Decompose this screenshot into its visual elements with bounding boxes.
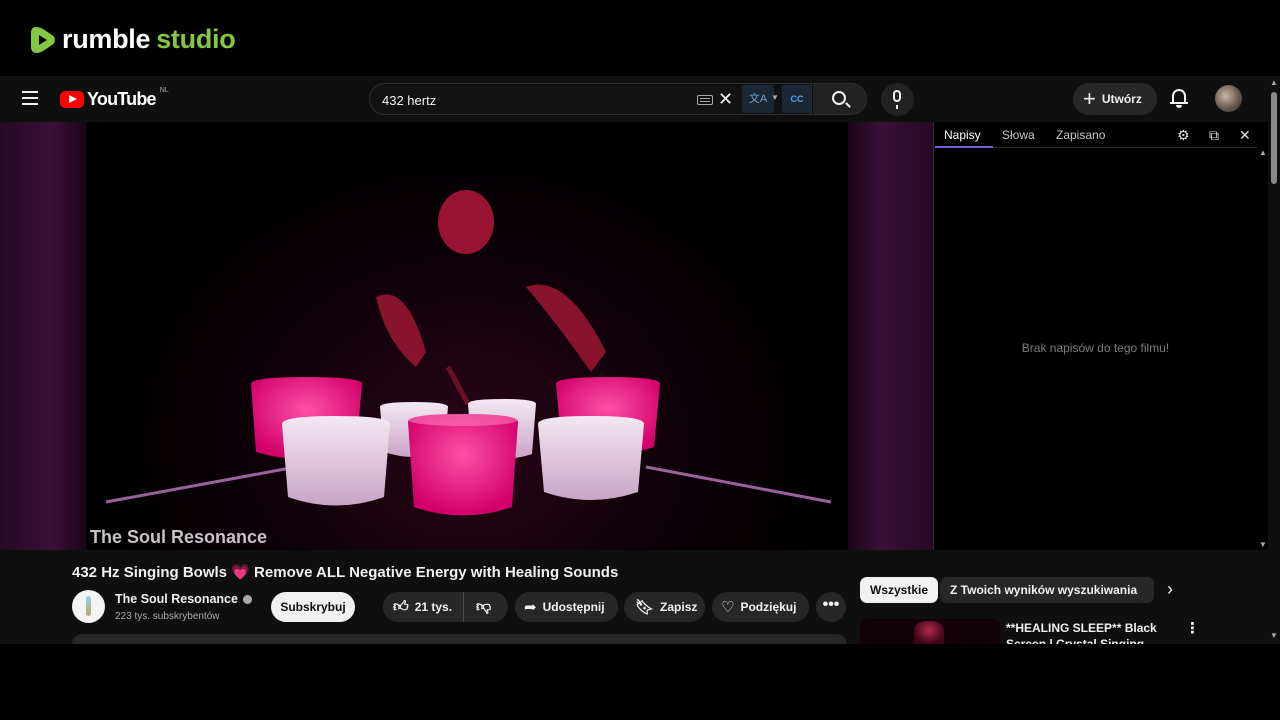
gear-icon[interactable]: ⚙ (1177, 127, 1190, 144)
page-scrollbar[interactable]: ▲ ▼ (1268, 76, 1280, 644)
video-player[interactable]: The Soul Resonance (0, 122, 933, 550)
youtube-play-icon (60, 91, 84, 108)
channel-name-text: The Soul Resonance (115, 592, 238, 606)
tab-slowa[interactable]: Słowa (1002, 128, 1035, 142)
no-captions-message: Brak napisów do tego filmu! (1021, 341, 1170, 355)
recommendation-thumbnail[interactable] (860, 619, 1000, 644)
thumbs-down-icon: 👎︎ (476, 598, 492, 615)
scrollbar-thumb[interactable] (1271, 92, 1277, 184)
save-button[interactable]: 🔖︎ Zapisz (624, 592, 705, 622)
search-button[interactable] (813, 83, 867, 115)
like-button[interactable]: 👍︎ 21 tys. (383, 592, 464, 622)
create-button[interactable]: + Utwórz (1073, 83, 1157, 115)
search-box: ✕ 文A ▼ CC (369, 83, 812, 115)
video-watermark: The Soul Resonance (90, 527, 268, 547)
chip-partial[interactable] (1138, 577, 1154, 603)
like-dislike-group: 👍︎ 21 tys. 👎︎ (383, 592, 508, 622)
bookmark-icon: 🔖︎ (635, 599, 655, 616)
channel-avatar[interactable] (72, 590, 105, 623)
youtube-page: YouTube NL ✕ 文A ▼ CC + Utwórz ▲ ▼ (0, 76, 1280, 644)
share-label: Udostępnij (542, 600, 605, 614)
popout-icon[interactable]: ⧉ (1209, 127, 1219, 144)
search-icon (832, 91, 846, 105)
save-label: Zapisz (660, 600, 698, 614)
tab-napisy[interactable]: Napisy (944, 128, 981, 142)
chevron-right-icon[interactable]: › (1167, 579, 1173, 600)
thanks-button[interactable]: ♡ Podziękuj (712, 592, 809, 622)
title-text-2: Remove ALL Negative Energy with Healing … (249, 564, 619, 581)
voice-search-button[interactable] (881, 83, 914, 116)
scroll-down-arrow-icon[interactable]: ▼ (1259, 540, 1267, 549)
translate-extension-icon[interactable]: 文A (742, 85, 774, 113)
active-tab-indicator (935, 146, 993, 148)
scroll-up-arrow-icon[interactable]: ▲ (1259, 148, 1267, 157)
more-actions-button[interactable]: ••• (816, 592, 846, 622)
menu-icon[interactable] (22, 91, 38, 105)
user-avatar[interactable] (1215, 85, 1242, 112)
subscribe-button[interactable]: Subskrybuj (271, 592, 355, 622)
bottom-letterbox (0, 644, 1280, 720)
singing-bowls-scene (105, 190, 832, 516)
rumble-studio-banner: rumble studio (0, 0, 1280, 76)
ambient-glow-right (848, 122, 933, 550)
thanks-label: Podziękuj (740, 600, 797, 614)
masthead: YouTube NL ✕ 文A ▼ CC + Utwórz (0, 76, 1268, 122)
captions-extension-icon[interactable]: CC (782, 85, 812, 113)
rumble-word: rumble (62, 24, 151, 54)
chip-all[interactable]: Wszystkie (860, 577, 939, 603)
kebab-menu-icon[interactable]: ⋮ (1185, 619, 1200, 637)
keyboard-icon[interactable] (697, 95, 713, 105)
plus-icon: + (1083, 86, 1096, 111)
captions-tabs: Napisy Słowa Zapisano ⚙ ⧉ ✕ (934, 122, 1257, 148)
thumbs-up-icon: 👍︎ (393, 598, 409, 615)
rumble-logo-icon (31, 26, 55, 53)
clear-icon[interactable]: ✕ (718, 87, 733, 111)
rumble-studio-logo: rumble studio (30, 24, 236, 55)
youtube-logo[interactable]: YouTube NL (60, 87, 169, 110)
scroll-up-arrow-icon[interactable]: ▲ (1270, 78, 1278, 87)
studio-word: studio (156, 24, 236, 54)
recommendation-title[interactable]: **HEALING SLEEP** Black Screen | Crystal… (1006, 620, 1172, 644)
video-frame[interactable] (86, 122, 848, 550)
tab-zapisano[interactable]: Zapisano (1056, 128, 1105, 142)
subscriber-count: 223 tys. subskrybentów (115, 611, 220, 622)
verified-icon (242, 595, 252, 605)
search-input[interactable] (382, 90, 682, 110)
share-icon: ➦ (524, 599, 537, 616)
video-title: 432 Hz Singing Bowls 💗 Remove ALL Negati… (72, 563, 618, 581)
description-box[interactable] (72, 634, 847, 644)
close-icon[interactable]: ✕ (1239, 127, 1251, 144)
create-label: Utwórz (1101, 92, 1142, 106)
captions-panel: Napisy Słowa Zapisano ⚙ ⧉ ✕ Brak napisów… (933, 122, 1268, 550)
thanks-heart-icon: ♡ (721, 599, 735, 616)
ambient-glow-left (0, 122, 86, 550)
chip-from-search[interactable]: Z Twoich wyników wyszukiwania (940, 577, 1148, 603)
dislike-button[interactable]: 👎︎ (464, 598, 491, 616)
share-button[interactable]: ➦ Udostępnij (515, 592, 618, 622)
like-count: 21 tys. (414, 600, 453, 614)
microphone-icon (893, 90, 901, 109)
title-text-1: 432 Hz Singing Bowls (72, 564, 232, 581)
heart-emoji: 💗 (231, 564, 250, 581)
chevron-down-icon[interactable]: ▼ (771, 93, 779, 102)
scroll-down-arrow-icon[interactable]: ▼ (1270, 631, 1278, 640)
channel-name[interactable]: The Soul Resonance (115, 592, 252, 606)
notifications-bell-icon[interactable] (1170, 88, 1188, 108)
region-code: NL (159, 87, 169, 94)
youtube-wordmark: YouTube (87, 89, 157, 109)
captions-scrollbar[interactable]: ▲ ▼ (1257, 148, 1269, 550)
